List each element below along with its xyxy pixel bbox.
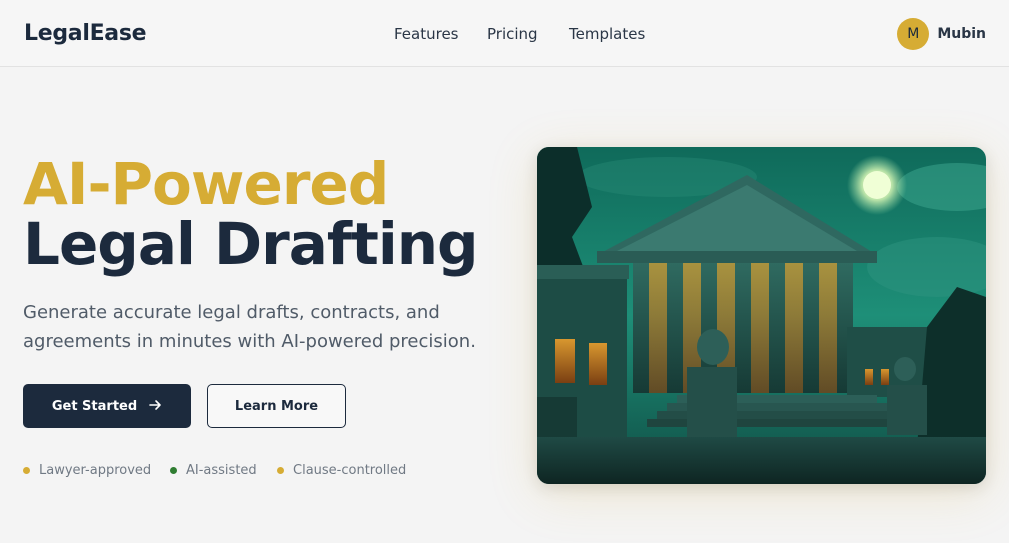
learn-more-label: Learn More (234, 398, 319, 414)
hero-title: Legal Drafting (23, 210, 479, 278)
user-name[interactable]: Mubin (937, 26, 986, 42)
feature-label: Clause-controlled (293, 462, 407, 478)
bullet-dot-icon (277, 466, 284, 474)
main-nav: Features Pricing Templates (0, 25, 1009, 45)
nav-templates[interactable]: Templates (569, 25, 645, 43)
feature-label: Lawyer-approved (39, 462, 152, 478)
avatar[interactable]: M (897, 18, 930, 50)
feature-lawyer-approved: Lawyer-approved (23, 462, 151, 478)
feature-ai-assisted: AI-assisted (170, 462, 257, 478)
get-started-label: Get Started (51, 398, 138, 414)
nav-features[interactable]: Features (394, 25, 459, 43)
arrow-right-icon (149, 397, 162, 415)
nav-pricing[interactable]: Pricing (487, 25, 538, 43)
feature-label: AI-assisted (186, 462, 257, 478)
feature-clause-controlled: Clause-controlled (277, 462, 406, 478)
hero-title-highlight: AI-Powered (23, 150, 389, 218)
bullet-dot-icon (170, 466, 177, 474)
bullet-dot-icon (23, 466, 30, 474)
top-navigation-bar: LegalEase Features Pricing Templates M M… (0, 0, 1009, 67)
get-started-button[interactable]: Get Started (23, 384, 191, 428)
hero-subtitle: Generate accurate legal drafts, contract… (23, 302, 476, 352)
user-menu[interactable]: M Mubin (897, 18, 986, 50)
courthouse-image (537, 147, 986, 484)
learn-more-button[interactable]: Learn More (207, 384, 346, 428)
